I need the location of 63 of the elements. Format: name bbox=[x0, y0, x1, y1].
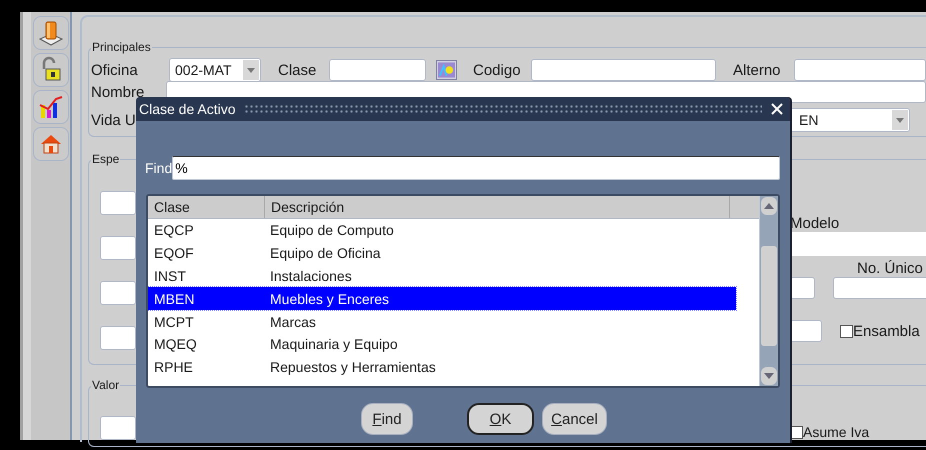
text-input[interactable] bbox=[790, 320, 822, 342]
code-input[interactable] bbox=[531, 59, 716, 81]
column-header[interactable]: Descripción bbox=[265, 196, 730, 218]
field-label: Codigo bbox=[473, 62, 522, 78]
description-cell-text: Instalaciones bbox=[269, 268, 353, 284]
class-input[interactable] bbox=[329, 59, 426, 81]
office-dropdown[interactable]: 002-MAT bbox=[169, 58, 261, 82]
field-label: No. Único bbox=[857, 260, 924, 277]
dialog-button[interactable]: Cancel bbox=[542, 403, 607, 435]
close-icon[interactable] bbox=[770, 102, 784, 116]
list-row[interactable]: EQOF Equipo de Oficina bbox=[148, 242, 736, 265]
code-cell-text: EQCP bbox=[153, 222, 195, 238]
text-input[interactable] bbox=[100, 416, 136, 440]
find-label: Find bbox=[145, 160, 172, 176]
field-label: Clase bbox=[278, 62, 318, 78]
lookup-icon[interactable] bbox=[436, 60, 457, 80]
list-row[interactable]: MQEQ Maquinaria y Equipo bbox=[148, 332, 736, 356]
list-row[interactable]: MBEN Muebles y Enceres bbox=[148, 287, 736, 310]
section-label: Espe bbox=[91, 152, 120, 166]
text-input[interactable] bbox=[790, 277, 815, 299]
field-label: Oficina bbox=[91, 62, 139, 78]
description-cell-text: Marcas bbox=[269, 314, 317, 330]
text-input[interactable] bbox=[100, 281, 136, 305]
code-cell-text: INST bbox=[153, 268, 187, 284]
list-row[interactable]: EQCP Equipo de Computo bbox=[148, 219, 736, 242]
padlock-icon[interactable] bbox=[32, 53, 68, 87]
field-label: Nombre bbox=[91, 84, 146, 100]
list-row[interactable]: RPHE Repuestos y Herramientas bbox=[148, 356, 736, 379]
list-row[interactable]: MCPT Marcas bbox=[148, 310, 736, 333]
description-cell-text: Maquinaria y Equipo bbox=[269, 336, 399, 352]
section-label: Principales bbox=[91, 40, 152, 54]
scroll-up-icon[interactable] bbox=[761, 197, 777, 215]
code-cell-text: MBEN bbox=[153, 290, 196, 307]
text-input[interactable] bbox=[100, 191, 136, 215]
scroll-down-icon[interactable] bbox=[761, 367, 777, 385]
field-label: Vida U bbox=[91, 112, 136, 128]
dialog-button[interactable]: Find bbox=[361, 403, 413, 435]
description-cell-text: Muebles y Enceres bbox=[269, 290, 390, 307]
text-input[interactable] bbox=[100, 326, 136, 350]
home-icon[interactable] bbox=[32, 127, 68, 161]
description-cell-text: Equipo de Computo bbox=[269, 222, 395, 238]
find-input[interactable]: % bbox=[172, 156, 780, 180]
book-stack-icon[interactable] bbox=[32, 16, 68, 50]
alternate-input[interactable] bbox=[794, 59, 926, 81]
column-header[interactable]: Clase bbox=[148, 196, 265, 218]
field-label: Alterno bbox=[733, 62, 782, 78]
checkbox[interactable] bbox=[840, 324, 853, 338]
dropdown-field[interactable]: EN bbox=[790, 108, 910, 132]
scrollbar[interactable] bbox=[759, 196, 778, 386]
list-row[interactable]: INST Instalaciones bbox=[148, 264, 736, 288]
code-cell-text: MCPT bbox=[153, 314, 195, 330]
dialog-button[interactable]: OK bbox=[467, 403, 534, 435]
dialog-title: Clase de Activo bbox=[139, 101, 236, 117]
description-cell-text: Equipo de Oficina bbox=[269, 245, 382, 262]
bar-chart-icon[interactable] bbox=[32, 90, 68, 124]
code-cell-text: MQEQ bbox=[153, 336, 198, 352]
code-cell-text: RPHE bbox=[153, 359, 194, 376]
section-label: Valor bbox=[91, 378, 120, 392]
description-cell-text: Repuestos y Herramientas bbox=[269, 359, 437, 376]
text-input[interactable] bbox=[100, 236, 136, 260]
code-cell-text: EQOF bbox=[153, 245, 195, 262]
checkbox-label: Asume Iva bbox=[803, 424, 870, 440]
checkbox-label: Ensambla bbox=[853, 322, 920, 340]
